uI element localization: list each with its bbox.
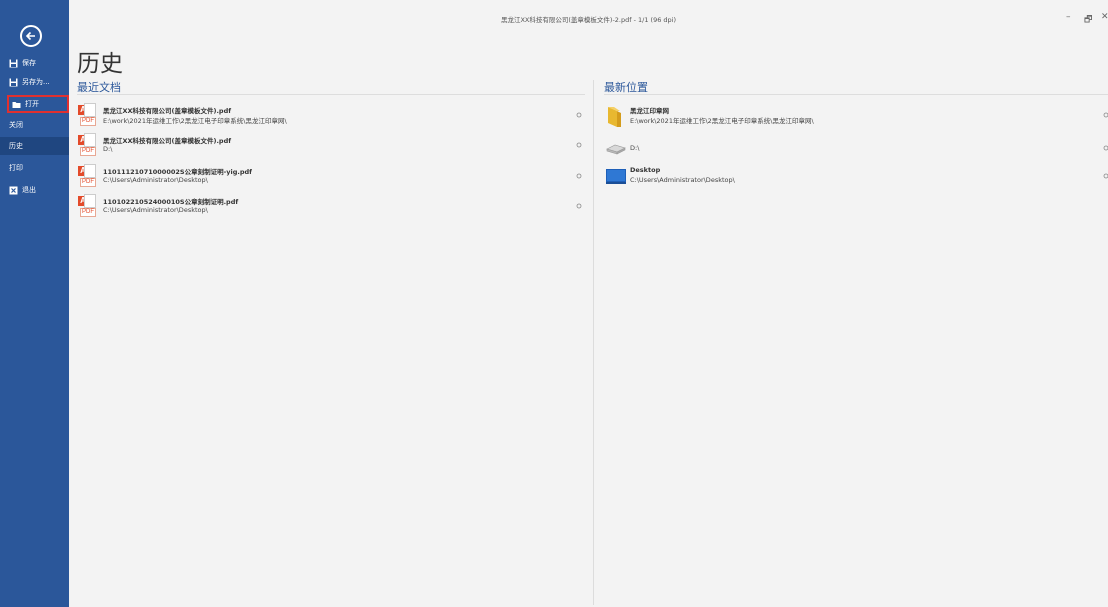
- menu-print[interactable]: 打印: [0, 159, 69, 177]
- menu-save-as[interactable]: 另存为...: [0, 73, 69, 91]
- arrow-left-icon: [25, 31, 35, 41]
- recent-locations-divider: [604, 94, 1108, 95]
- pin-icon[interactable]: [1103, 145, 1108, 151]
- pdf-file-icon: A PDF: [78, 103, 100, 129]
- pin-icon[interactable]: [1103, 112, 1108, 118]
- recent-locations-heading: 最新位置: [604, 81, 648, 94]
- pdf-file-icon: A PDF: [78, 194, 100, 220]
- recent-doc-name: 黑龙江XX科技有限公司(盖章模板文件).pdf: [103, 107, 232, 115]
- menu-save-label: 保存: [22, 59, 36, 67]
- recent-doc-item[interactable]: A PDF 黑龙江XX科技有限公司(盖章模板文件).pdf D:\: [78, 133, 586, 159]
- sidebar: 保存 另存为... 打开 关闭 历史 打印 退出: [0, 0, 69, 607]
- menu-exit-label: 退出: [22, 186, 36, 194]
- recent-docs-divider: [77, 94, 585, 95]
- page-title: 历史: [77, 51, 123, 77]
- save-icon: [9, 59, 18, 67]
- pin-icon[interactable]: [576, 112, 582, 118]
- menu-exit[interactable]: 退出: [0, 181, 69, 199]
- recent-doc-path: D:\: [103, 145, 113, 153]
- recent-docs-heading: 最近文档: [77, 81, 121, 94]
- recent-doc-item[interactable]: A PDF 11011121071000002S公章刻制证明-yig.pdf C:…: [78, 164, 586, 190]
- desktop-icon: [606, 169, 626, 184]
- location-path: C:\Users\Administrator\Desktop\: [630, 176, 735, 184]
- menu-open[interactable]: 打开: [7, 95, 69, 113]
- recent-doc-name: 11010221052400010S公章刻制证明.pdf: [103, 198, 239, 206]
- restore-button[interactable]: 🗗: [1084, 12, 1092, 28]
- pin-icon[interactable]: [576, 142, 582, 148]
- menu-close[interactable]: 关闭: [0, 116, 69, 134]
- pin-icon[interactable]: [576, 203, 582, 209]
- pin-icon[interactable]: [1103, 173, 1108, 179]
- location-path: E:\work\2021年运维工作\2黑龙江电子印章系统\黑龙江印章网\: [630, 117, 814, 125]
- folder-open-icon: [12, 101, 21, 108]
- column-divider: [593, 80, 594, 605]
- location-path: D:\: [630, 144, 640, 152]
- recent-doc-item[interactable]: A PDF 11010221052400010S公章刻制证明.pdf C:\Use…: [78, 194, 586, 220]
- menu-save[interactable]: 保存: [0, 54, 69, 72]
- title-bar: 黑龙江XX科技有限公司(盖章模板文件)-2.pdf - 1/1 (96 dpi): [69, 0, 1108, 38]
- recent-location-item[interactable]: D:\: [605, 136, 1108, 162]
- menu-close-label: 关闭: [9, 121, 23, 129]
- menu-open-label: 打开: [25, 100, 39, 108]
- location-name: 黑龙江印章网: [630, 107, 669, 115]
- back-button[interactable]: [20, 25, 42, 47]
- drive-icon: [606, 144, 626, 155]
- folder-icon: [608, 107, 621, 127]
- location-name: Desktop: [630, 166, 661, 174]
- pdf-file-icon: A PDF: [78, 164, 100, 190]
- minimize-button[interactable]: –: [1066, 12, 1071, 22]
- menu-print-label: 打印: [9, 164, 23, 172]
- recent-doc-path: E:\work\2021年运维工作\2黑龙江电子印章系统\黑龙江印章网\: [103, 117, 287, 125]
- recent-location-item[interactable]: 黑龙江印章网 E:\work\2021年运维工作\2黑龙江电子印章系统\黑龙江印…: [605, 103, 1108, 129]
- recent-doc-path: C:\Users\Administrator\Desktop\: [103, 176, 208, 184]
- recent-doc-name: 黑龙江XX科技有限公司(盖章模板文件).pdf: [103, 137, 232, 145]
- menu-save-as-label: 另存为...: [22, 78, 50, 86]
- exit-icon: [9, 186, 18, 194]
- menu-history-label: 历史: [9, 142, 23, 150]
- pin-icon[interactable]: [576, 173, 582, 179]
- recent-doc-name: 11011121071000002S公章刻制证明-yig.pdf: [103, 168, 252, 176]
- close-button[interactable]: ✕: [1101, 12, 1108, 22]
- recent-doc-path: C:\Users\Administrator\Desktop\: [103, 206, 208, 214]
- save-as-icon: [9, 78, 18, 86]
- window-title: 黑龙江XX科技有限公司(盖章模板文件)-2.pdf - 1/1 (96 dpi): [500, 16, 677, 24]
- pdf-file-icon: A PDF: [78, 133, 100, 159]
- recent-doc-item[interactable]: A PDF 黑龙江XX科技有限公司(盖章模板文件).pdf E:\work\202…: [78, 103, 586, 129]
- recent-location-item[interactable]: Desktop C:\Users\Administrator\Desktop\: [605, 164, 1108, 190]
- menu-history[interactable]: 历史: [0, 137, 69, 155]
